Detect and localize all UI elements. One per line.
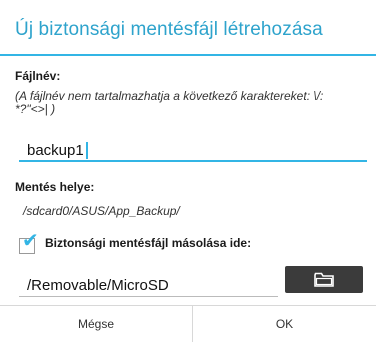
title-divider [0,54,376,56]
filename-label: Fájlnév: [15,69,61,83]
dialog-title: Új biztonsági mentésfájl létrehozása [15,19,323,40]
copy-checkbox-label[interactable]: Biztonsági mentésfájl másolása ide: [45,236,251,250]
save-location-path: /sdcard0/ASUS/App_Backup/ [23,204,180,218]
filename-hint: (A fájlnév nem tartalmazhatja a következ… [15,89,324,116]
text-caret [86,142,88,159]
checkmark-icon: ✔ [22,230,39,252]
copy-destination-input[interactable] [19,275,278,297]
cancel-button[interactable]: Mégse [0,306,192,342]
backup-dialog: Új biztonsági mentésfájl létrehozása Fáj… [0,0,376,342]
filename-input[interactable] [19,140,367,162]
ok-button[interactable]: OK [193,306,376,342]
folder-icon [314,272,334,287]
save-location-label: Mentés helye: [15,180,95,194]
browse-folder-button[interactable] [285,266,363,293]
